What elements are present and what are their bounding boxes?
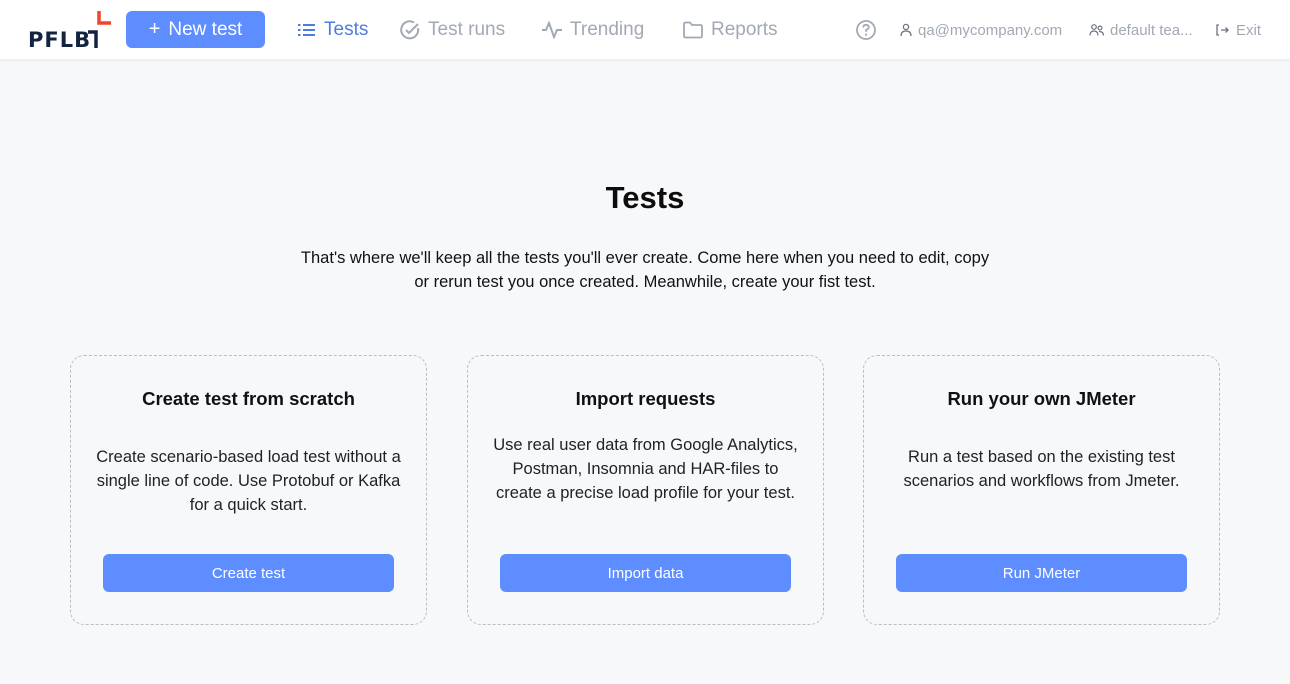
page-subtitle: That's where we'll keep all the tests yo… <box>300 249 990 291</box>
top-header: PFLB + New test Tests Test runs Trending <box>0 0 1290 60</box>
logo-mark-icon <box>88 11 111 48</box>
user-account[interactable]: qa@mycompany.com <box>899 0 1062 60</box>
import-data-button[interactable]: Import data <box>500 554 791 592</box>
card-title: Run your own JMeter <box>947 388 1136 409</box>
card-description: Create scenario-based load test without … <box>96 448 401 514</box>
card-import-requests: Import requests Use real user data from … <box>467 355 824 625</box>
create-test-button[interactable]: Create test <box>103 554 394 592</box>
page-title: Tests <box>605 180 685 215</box>
logo-text: PFLB <box>28 28 92 52</box>
nav-tests-label: Tests <box>324 19 369 40</box>
card-description: Run a test based on the existing test sc… <box>903 448 1180 490</box>
new-test-label: New test <box>168 18 243 40</box>
exit-button[interactable]: Exit <box>1215 0 1261 60</box>
card-title: Import requests <box>575 388 716 409</box>
plus-icon: + <box>148 18 161 40</box>
card-description: Use real user data from Google Analytics… <box>493 436 798 502</box>
nav-reports[interactable]: Reports <box>682 0 778 60</box>
pflb-logo[interactable]: PFLB <box>28 10 114 52</box>
team-selector[interactable]: default tea... <box>1089 0 1193 60</box>
help-button[interactable] <box>855 0 877 60</box>
question-circle-icon <box>856 20 876 40</box>
nav-test-runs[interactable]: Test runs <box>399 0 505 60</box>
folder-icon <box>683 21 703 39</box>
exit-label: Exit <box>1236 21 1262 39</box>
nav-trending[interactable]: Trending <box>541 0 644 60</box>
card-title: Create test from scratch <box>142 388 355 409</box>
card-create-test: Create test from scratch Create scenario… <box>70 355 427 625</box>
card-run-jmeter: Run your own JMeter Run a test based on … <box>863 355 1220 625</box>
nav-reports-label: Reports <box>711 19 778 40</box>
nav-tests[interactable]: Tests <box>297 0 368 60</box>
run-jmeter-button[interactable]: Run JMeter <box>896 554 1187 592</box>
user-icon <box>900 23 912 37</box>
activity-icon <box>542 21 562 39</box>
logout-icon <box>1216 24 1229 36</box>
list-icon <box>298 24 315 36</box>
new-test-button[interactable]: + New test <box>126 11 265 48</box>
team-name: default tea... <box>1110 21 1193 39</box>
nav-trending-label: Trending <box>570 19 645 40</box>
nav-test-runs-label: Test runs <box>428 19 506 40</box>
user-email: qa@mycompany.com <box>918 21 1063 39</box>
team-icon <box>1089 24 1105 36</box>
check-circle-icon <box>400 20 420 40</box>
